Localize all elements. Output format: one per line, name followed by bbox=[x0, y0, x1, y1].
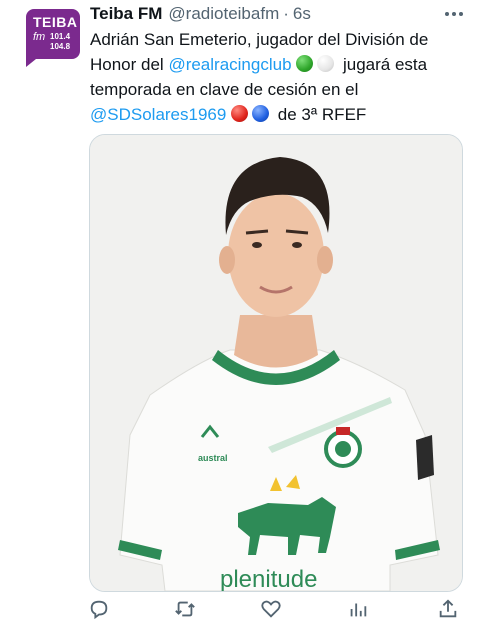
author-handle[interactable]: @radioteibafm bbox=[168, 4, 279, 24]
more-options-icon[interactable] bbox=[444, 6, 464, 22]
kit-brand-text: austral bbox=[198, 453, 228, 463]
player-photo-illustration: austral plenitude bbox=[90, 135, 462, 591]
avatar-frequency-1: 101.4 bbox=[50, 32, 71, 41]
blue-circle-icon bbox=[252, 105, 270, 122]
tweet-text-part-3: de 3ª RFEF bbox=[273, 105, 367, 124]
views-icon[interactable] bbox=[347, 598, 371, 622]
tweet-photo[interactable]: austral plenitude bbox=[89, 134, 463, 592]
mention-realracingclub[interactable]: @realracingclub bbox=[168, 55, 291, 74]
avatar-tail bbox=[26, 59, 36, 67]
tweet-actions bbox=[88, 598, 468, 624]
avatar-frequency-2: 104.8 bbox=[50, 42, 71, 51]
tweet[interactable]: TEIBA fm 101.4 104.8 Teiba FM @radioteib… bbox=[0, 0, 485, 640]
like-icon[interactable] bbox=[260, 598, 284, 622]
tweet-header: Teiba FM @radioteibafm · 6s bbox=[90, 4, 311, 24]
green-circle-icon bbox=[296, 55, 314, 72]
mention-sdsolares1969[interactable]: @SDSolares1969 bbox=[90, 105, 226, 124]
sponsor-text: plenitude bbox=[220, 566, 317, 591]
timestamp[interactable]: 6s bbox=[293, 4, 311, 24]
tweet-text: Adrián San Emeterio, jugador del Divisió… bbox=[90, 27, 470, 127]
separator: · bbox=[283, 4, 289, 23]
avatar-brand: TEIBA bbox=[33, 14, 78, 30]
avatar-fm: fm bbox=[33, 31, 46, 43]
avatar[interactable]: TEIBA fm 101.4 104.8 bbox=[26, 9, 80, 59]
author-name[interactable]: Teiba FM bbox=[90, 4, 162, 24]
red-circle-icon bbox=[231, 105, 249, 122]
share-icon[interactable] bbox=[437, 598, 461, 622]
white-circle-icon bbox=[317, 55, 335, 72]
reply-icon[interactable] bbox=[88, 598, 112, 622]
retweet-icon[interactable] bbox=[174, 598, 198, 622]
